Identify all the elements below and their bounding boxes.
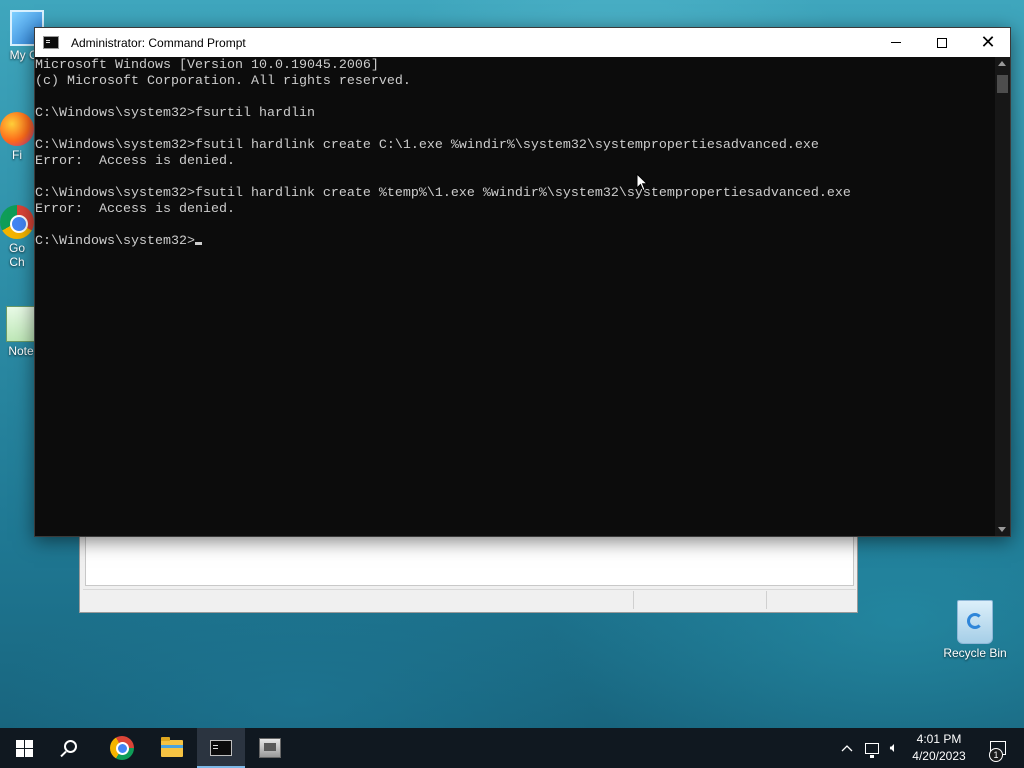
background-window-statusbar <box>83 589 856 609</box>
scroll-thumb[interactable] <box>997 75 1008 93</box>
clock-time: 4:01 PM <box>916 732 962 746</box>
window-title: Administrator: Command Prompt <box>71 35 246 50</box>
title-bar[interactable]: Administrator: Command Prompt ✕ <box>35 28 1010 57</box>
close-icon: ✕ <box>980 31 996 53</box>
console-line: Error: Access is denied. <box>35 154 235 169</box>
taskbar-command-prompt[interactable] <box>197 728 245 768</box>
folder-icon <box>161 736 183 757</box>
taskbar-system-properties[interactable] <box>246 728 294 768</box>
chevron-up-icon <box>841 745 853 752</box>
console-prompt: C:\Windows\system32> <box>35 234 195 249</box>
volume-tray-button[interactable]: 🔈︎ <box>884 728 904 768</box>
network-tray-button[interactable] <box>862 728 882 768</box>
taskbar-clock[interactable]: 4:01 PM 4/20/2023 <box>906 731 972 765</box>
notification-badge: 1 <box>989 748 1003 762</box>
scroll-down-arrow-icon[interactable] <box>998 527 1006 532</box>
command-prompt-icon <box>43 36 59 49</box>
system-properties-icon <box>259 738 281 758</box>
speaker-icon: 🔈︎ <box>889 740 899 756</box>
start-button[interactable] <box>0 728 48 768</box>
console-line: Microsoft Windows [Version 10.0.19045.20… <box>35 58 379 73</box>
clock-date: 4/20/2023 <box>912 749 966 763</box>
minimize-icon <box>891 42 901 43</box>
windows-logo-icon <box>15 739 33 757</box>
console-line: C:\Windows\system32>fsutil hardlink crea… <box>35 186 851 201</box>
search-button[interactable] <box>48 728 96 768</box>
console-line: C:\Windows\system32>fsurtil hardlin <box>35 106 315 121</box>
show-hidden-icons-button[interactable] <box>838 728 856 768</box>
console-line: Error: Access is denied. <box>35 202 235 217</box>
desktop-icon-recycle-bin[interactable]: Recycle Bin <box>940 600 1010 660</box>
scroll-up-arrow-icon[interactable] <box>998 61 1006 66</box>
console-prompt-line[interactable]: C:\Windows\system32> <box>35 234 995 250</box>
desktop-icon-label: Recycle Bin <box>943 646 1007 660</box>
taskbar: 🔈︎ 4:01 PM 4/20/2023 1 <box>0 728 1024 768</box>
command-prompt-window[interactable]: Administrator: Command Prompt ✕ Microsof… <box>34 27 1011 537</box>
taskbar-chrome[interactable] <box>98 728 146 768</box>
firefox-icon <box>0 112 34 146</box>
taskbar-file-explorer[interactable] <box>148 728 196 768</box>
notepad-icon <box>6 306 36 342</box>
chrome-icon <box>110 736 134 760</box>
chrome-icon <box>0 205 34 239</box>
console-output[interactable]: Microsoft Windows [Version 10.0.19045.20… <box>35 57 995 536</box>
minimize-button[interactable] <box>873 28 919 57</box>
network-icon <box>865 742 879 758</box>
background-window-content <box>85 536 854 586</box>
statusbar-separator <box>633 591 634 609</box>
close-button[interactable]: ✕ <box>965 28 1011 57</box>
vertical-scrollbar[interactable] <box>995 57 1010 536</box>
statusbar-separator <box>766 591 767 609</box>
recycle-bin-icon <box>957 600 993 644</box>
console-line: (c) Microsoft Corporation. All rights re… <box>35 74 411 89</box>
mouse-pointer-icon <box>636 173 648 192</box>
console-line: C:\Windows\system32>fsutil hardlink crea… <box>35 138 819 153</box>
maximize-button[interactable] <box>919 28 965 57</box>
maximize-icon <box>937 37 947 48</box>
text-cursor <box>194 242 202 245</box>
command-prompt-icon <box>210 740 232 756</box>
search-icon <box>63 739 77 753</box>
